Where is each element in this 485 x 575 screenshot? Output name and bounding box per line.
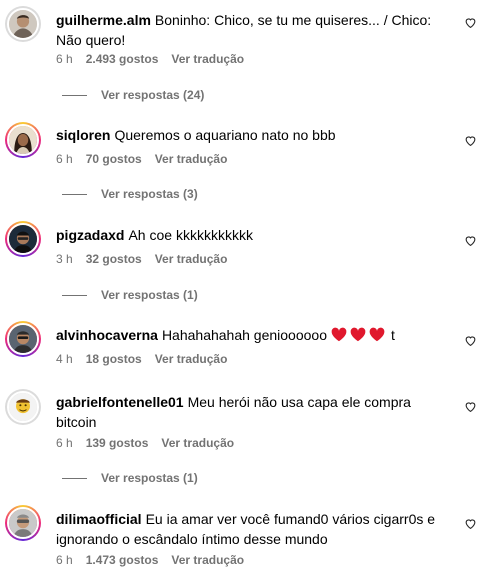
comment-likes[interactable]: 32 gostos: [86, 252, 142, 266]
comment-username[interactable]: guilherme.alm: [56, 12, 151, 28]
translate-link[interactable]: Ver tradução: [161, 436, 234, 450]
avatar[interactable]: [5, 122, 41, 158]
translate-link[interactable]: Ver tradução: [155, 152, 228, 166]
heart-outline-icon[interactable]: [464, 134, 477, 147]
avatar[interactable]: [5, 6, 41, 42]
comment-username[interactable]: siqloren: [56, 127, 110, 143]
translate-link[interactable]: Ver tradução: [171, 52, 244, 66]
comment-time: 6 h: [56, 52, 73, 66]
replies-divider: [62, 193, 87, 195]
replies-divider: [62, 294, 87, 296]
translate-link[interactable]: Ver tradução: [155, 252, 228, 266]
heart-outline-icon[interactable]: [464, 517, 477, 530]
heart-outline-icon[interactable]: [464, 234, 477, 247]
comment-likes[interactable]: 139 gostos: [86, 436, 149, 450]
comment-likes[interactable]: 1.473 gostos: [86, 553, 159, 567]
comment-time: 6 h: [56, 553, 73, 567]
heart-outline-icon[interactable]: [464, 16, 477, 29]
comment-username[interactable]: gabrielfontenelle01: [56, 394, 184, 410]
comment-text: Hahahahahah genioooooo: [161, 327, 327, 343]
replies-divider: [62, 94, 87, 96]
view-replies-button[interactable]: Ver respostas (3): [62, 187, 198, 201]
red-heart-emoji: [331, 327, 385, 342]
comment-text-suffix: t: [390, 327, 395, 343]
avatar[interactable]: [5, 505, 41, 541]
comment-username[interactable]: pigzadaxd: [56, 227, 124, 243]
view-replies-button[interactable]: Ver respostas (24): [62, 88, 204, 102]
avatar[interactable]: [5, 389, 41, 425]
comment-likes[interactable]: 70 gostos: [86, 152, 142, 166]
translate-link[interactable]: Ver tradução: [171, 553, 244, 567]
comment-username[interactable]: alvinhocaverna: [56, 327, 158, 343]
replies-divider: [62, 477, 87, 479]
view-replies-button[interactable]: Ver respostas (1): [62, 471, 198, 485]
view-replies-button[interactable]: Ver respostas (1): [62, 288, 198, 302]
comment-likes[interactable]: 18 gostos: [86, 352, 142, 366]
comment-time: 6 h: [56, 436, 73, 450]
comment-text: Ah coe kkkkkkkkkkk: [128, 227, 253, 243]
heart-outline-icon[interactable]: [464, 400, 477, 413]
avatar[interactable]: [5, 321, 41, 357]
avatar[interactable]: [5, 221, 41, 257]
comment-time: 4 h: [56, 352, 73, 366]
comment-username[interactable]: dilimaofficial: [56, 511, 142, 527]
comment-time: 3 h: [56, 252, 73, 266]
heart-outline-icon[interactable]: [464, 334, 477, 347]
translate-link[interactable]: Ver tradução: [155, 352, 228, 366]
comment-text: Queremos o aquariano nato no bbb: [114, 127, 336, 143]
comment-time: 6 h: [56, 152, 73, 166]
comment-likes[interactable]: 2.493 gostos: [86, 52, 159, 66]
